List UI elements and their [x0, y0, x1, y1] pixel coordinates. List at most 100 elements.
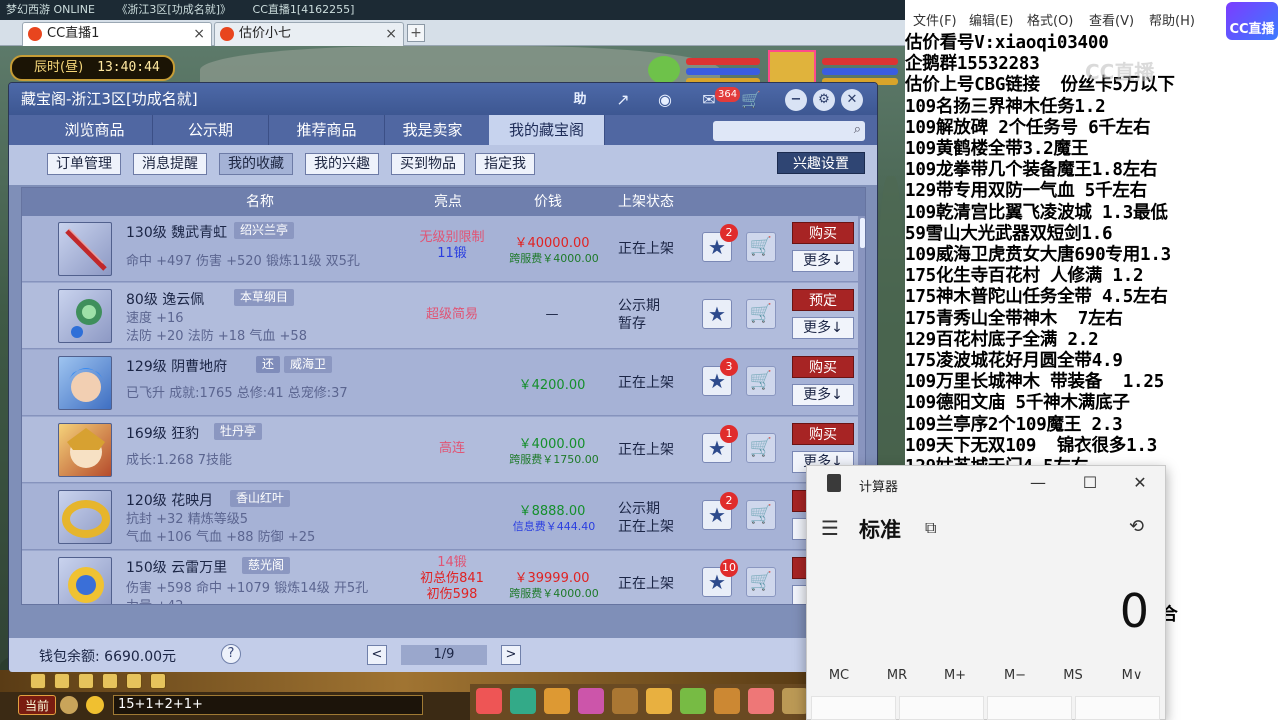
interest-settings-button[interactable]: 兴趣设置	[777, 152, 865, 174]
memory-subtract-button[interactable]: M−	[986, 668, 1044, 683]
tab-appraisal[interactable]: 估价小七 ×	[214, 22, 404, 46]
tab-browse[interactable]: 浏览商品	[37, 115, 153, 145]
quick-slot-icon[interactable]	[78, 673, 94, 689]
quick-slot-icon[interactable]	[54, 673, 70, 689]
item-slot-icon[interactable]	[544, 688, 570, 714]
item-slot-icon[interactable]	[578, 688, 604, 714]
search-icon[interactable]: ⌕	[854, 122, 861, 137]
minimize-button[interactable]: —	[1023, 472, 1053, 494]
order-management-button[interactable]: 订单管理	[47, 153, 121, 175]
prev-page-button[interactable]: <	[367, 645, 387, 665]
item-slot-icon[interactable]	[612, 688, 638, 714]
microphone-icon[interactable]	[60, 696, 78, 714]
item-slot-icon[interactable]	[782, 688, 808, 714]
cart-icon[interactable]: 🛒	[746, 366, 776, 396]
character-portrait[interactable]	[58, 356, 112, 410]
record-icon[interactable]: ◉	[653, 88, 677, 112]
my-interests-button[interactable]: 我的兴趣	[305, 153, 379, 175]
list-item[interactable]: 129级 阴曹地府 还 威海卫 已飞升 成就:1765 总修:41 总宠修:37…	[22, 350, 858, 416]
message-reminder-button[interactable]: 消息提醒	[133, 153, 207, 175]
weapon-thumbnail[interactable]	[58, 222, 112, 276]
menu-help[interactable]: 帮助(H)	[1149, 10, 1195, 29]
list-item[interactable]: 169级 狂豹 牡丹亭 成长:1.268 7技能 高连 ￥4000.00 跨服费…	[22, 417, 858, 483]
cart-icon[interactable]: 🛒	[746, 433, 776, 463]
pet-avatar[interactable]	[648, 56, 680, 84]
cart-icon[interactable]: 🛒	[746, 299, 776, 329]
memory-list-button[interactable]: M∨	[1103, 668, 1161, 683]
bought-items-button[interactable]: 买到物品	[391, 153, 465, 175]
tab-recommend[interactable]: 推荐商品	[269, 115, 385, 145]
history-icon[interactable]: ⟲	[1129, 516, 1144, 537]
new-tab-button[interactable]: +	[407, 24, 425, 42]
item-price: ￥40000.00	[514, 236, 590, 251]
item-slot-icon[interactable]	[476, 688, 502, 714]
more-button[interactable]: 更多↓	[792, 384, 854, 406]
quick-slot-icon[interactable]	[126, 673, 142, 689]
scrollbar-thumb[interactable]	[860, 218, 865, 248]
menu-icon[interactable]: ☰	[821, 516, 839, 540]
tab-cc-live[interactable]: CC直播1 ×	[22, 22, 212, 46]
cart-icon[interactable]: 🛒	[746, 500, 776, 530]
quick-slot-icon[interactable]	[30, 673, 46, 689]
item-slot-icon[interactable]	[646, 688, 672, 714]
cart-icon[interactable]: 🛒	[739, 88, 763, 112]
help-icon[interactable]: ?	[221, 644, 241, 664]
memory-add-button[interactable]: M+	[926, 668, 984, 683]
chat-channel-button[interactable]: 当前	[18, 695, 56, 715]
keep-on-top-icon[interactable]: ⧉	[925, 518, 936, 538]
calc-key[interactable]	[899, 696, 984, 720]
menu-file[interactable]: 文件(F)	[913, 10, 957, 29]
list-item[interactable]: 80级 逸云佩 本草纲目 速度 +16 法防 +20 法防 +18 气血 +58…	[22, 283, 858, 349]
item-name: 80级 逸云佩	[126, 292, 205, 308]
quick-slot-icon[interactable]	[150, 673, 166, 689]
buy-button[interactable]: 购买	[792, 222, 854, 244]
pendant-thumbnail[interactable]	[58, 289, 112, 343]
pet-portrait[interactable]	[58, 423, 112, 477]
tab-public[interactable]: 公示期	[153, 115, 269, 145]
quick-slot-icon[interactable]	[102, 673, 118, 689]
reserve-button[interactable]: 预定	[792, 289, 854, 311]
buy-button[interactable]: 购买	[792, 423, 854, 445]
next-page-button[interactable]: >	[501, 645, 521, 665]
close-icon[interactable]: ×	[193, 23, 205, 45]
more-button[interactable]: 更多↓	[792, 317, 854, 339]
maximize-button[interactable]: ☐	[1075, 472, 1105, 494]
favorite-star-icon[interactable]: ★	[702, 299, 732, 329]
item-slot-icon[interactable]	[714, 688, 740, 714]
calc-key[interactable]	[987, 696, 1072, 720]
calc-key[interactable]	[1075, 696, 1160, 720]
memory-store-button[interactable]: MS	[1044, 668, 1102, 683]
cart-icon[interactable]: 🛒	[746, 567, 776, 597]
more-button[interactable]: 更多↓	[792, 250, 854, 272]
memory-clear-button[interactable]: MC	[810, 668, 868, 683]
search-input[interactable]: ⌕	[713, 121, 865, 141]
item-slot-icon[interactable]	[510, 688, 536, 714]
list-item[interactable]: 120级 花映月 香山红叶 抗封 +32 精炼等级5 气血 +106 气血 +8…	[22, 484, 858, 550]
close-icon[interactable]: ✕	[841, 89, 863, 111]
menu-view[interactable]: 查看(V)	[1089, 10, 1134, 29]
list-item[interactable]: 130级 魏武青虹 绍兴兰亭 命中 +497 伤害 +520 锻炼11级 双5孔…	[22, 216, 858, 282]
share-icon[interactable]: ↗	[611, 88, 635, 112]
close-icon[interactable]: ×	[385, 23, 397, 45]
bracelet-thumbnail[interactable]	[58, 490, 112, 544]
help-button[interactable]: 助	[569, 89, 591, 111]
item-slot-icon[interactable]	[748, 688, 774, 714]
menu-edit[interactable]: 编辑(E)	[969, 10, 1013, 29]
emoji-icon[interactable]	[86, 696, 104, 714]
close-button[interactable]: ✕	[1125, 472, 1155, 494]
calc-key[interactable]	[811, 696, 896, 720]
chat-input[interactable]: 15+1+2+1+	[113, 695, 423, 715]
my-favorites-button[interactable]: 我的收藏	[219, 153, 293, 175]
designated-me-button[interactable]: 指定我	[475, 153, 535, 175]
settings-icon[interactable]: ⚙	[813, 89, 835, 111]
menu-format[interactable]: 格式(O)	[1027, 10, 1073, 29]
tab-seller[interactable]: 我是卖家	[375, 115, 491, 145]
memory-recall-button[interactable]: MR	[868, 668, 926, 683]
item-slot-icon[interactable]	[680, 688, 706, 714]
buy-button[interactable]: 购买	[792, 356, 854, 378]
list-item[interactable]: 150级 云雷万里 慈光阁 伤害 +598 命中 +1079 锻炼14级 开5孔…	[22, 551, 858, 604]
minimize-icon[interactable]: −	[785, 89, 807, 111]
cart-icon[interactable]: 🛒	[746, 232, 776, 262]
weapon-thumbnail[interactable]	[58, 557, 112, 604]
tab-my-pavilion[interactable]: 我的藏宝阁	[489, 115, 605, 145]
